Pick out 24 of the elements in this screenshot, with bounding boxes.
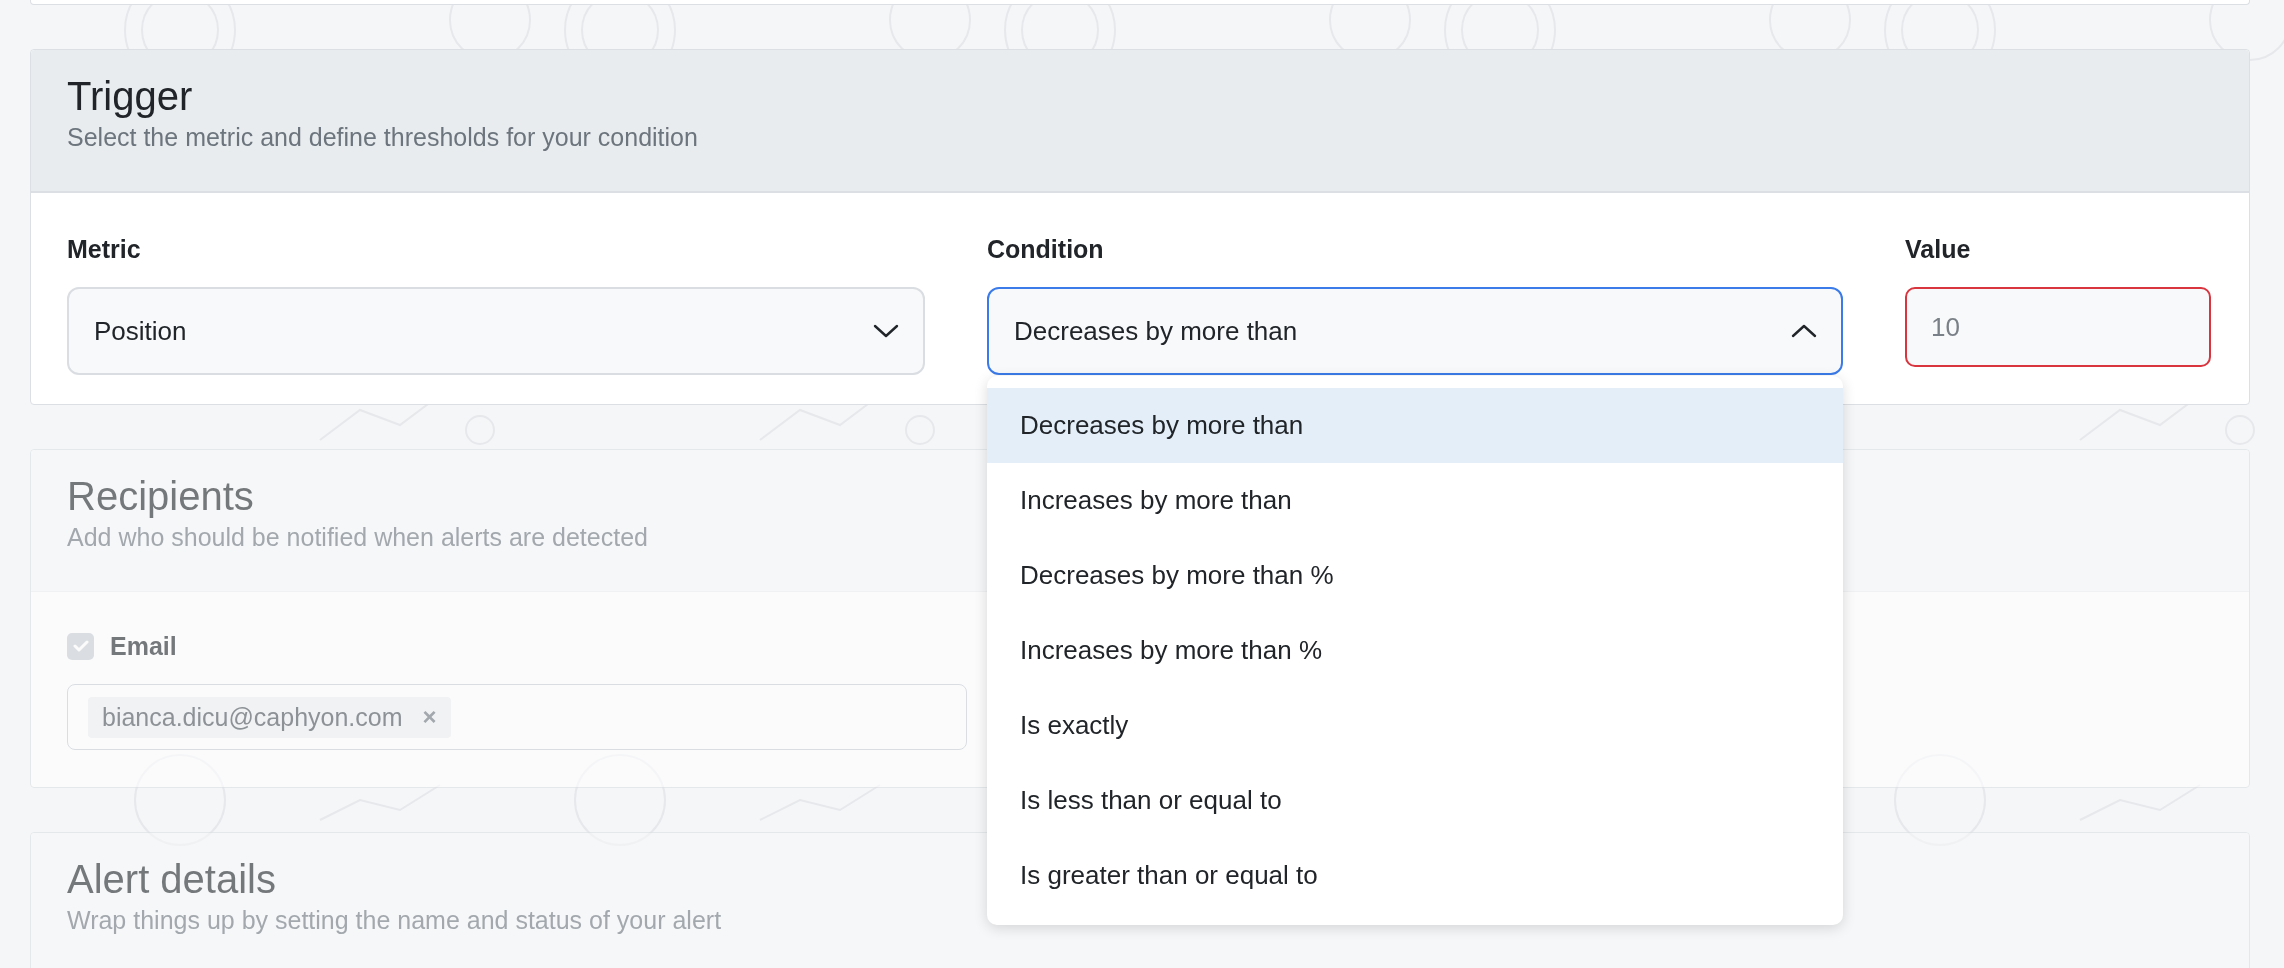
dropdown-option[interactable]: Increases by more than % (987, 613, 1843, 688)
section-subtitle: Wrap things up by setting the name and status of your alert (67, 905, 722, 936)
checkmark-icon (72, 640, 89, 652)
section-title: Recipients (67, 473, 254, 520)
section-subtitle: Add who should be notified when alerts are detected (67, 522, 648, 553)
section-title: Alert details (67, 856, 276, 903)
dropdown-option[interactable]: Decreases by more than % (987, 538, 1843, 613)
dropdown-option[interactable]: Is greater than or equal to (987, 838, 1843, 913)
chevron-up-icon (1791, 323, 1817, 339)
dropdown-field[interactable]: Position (67, 287, 925, 375)
email-address: bianca.dicu@caphyon.com (102, 702, 403, 732)
section-subtitle: Select the metric and define thresholds for your condition (67, 122, 698, 153)
field-label: Condition (987, 234, 1105, 265)
field-label: Metric (67, 234, 142, 265)
value-field[interactable]: 10 (1905, 287, 2211, 367)
chevron-down-icon (873, 323, 899, 339)
field-label: Value (1905, 234, 1972, 265)
section-title: Trigger (67, 73, 193, 120)
dropdown-field[interactable]: Decreases by more than (987, 287, 1843, 375)
dropdown-option[interactable]: Increases by more than (987, 463, 1843, 538)
dropdown-option[interactable]: Is exactly (987, 688, 1843, 763)
dropdown-option[interactable]: Is less than or equal to (987, 763, 1843, 838)
dropdown-option[interactable]: Decreases by more than (987, 388, 1843, 463)
checkbox-label: Email (110, 631, 177, 662)
